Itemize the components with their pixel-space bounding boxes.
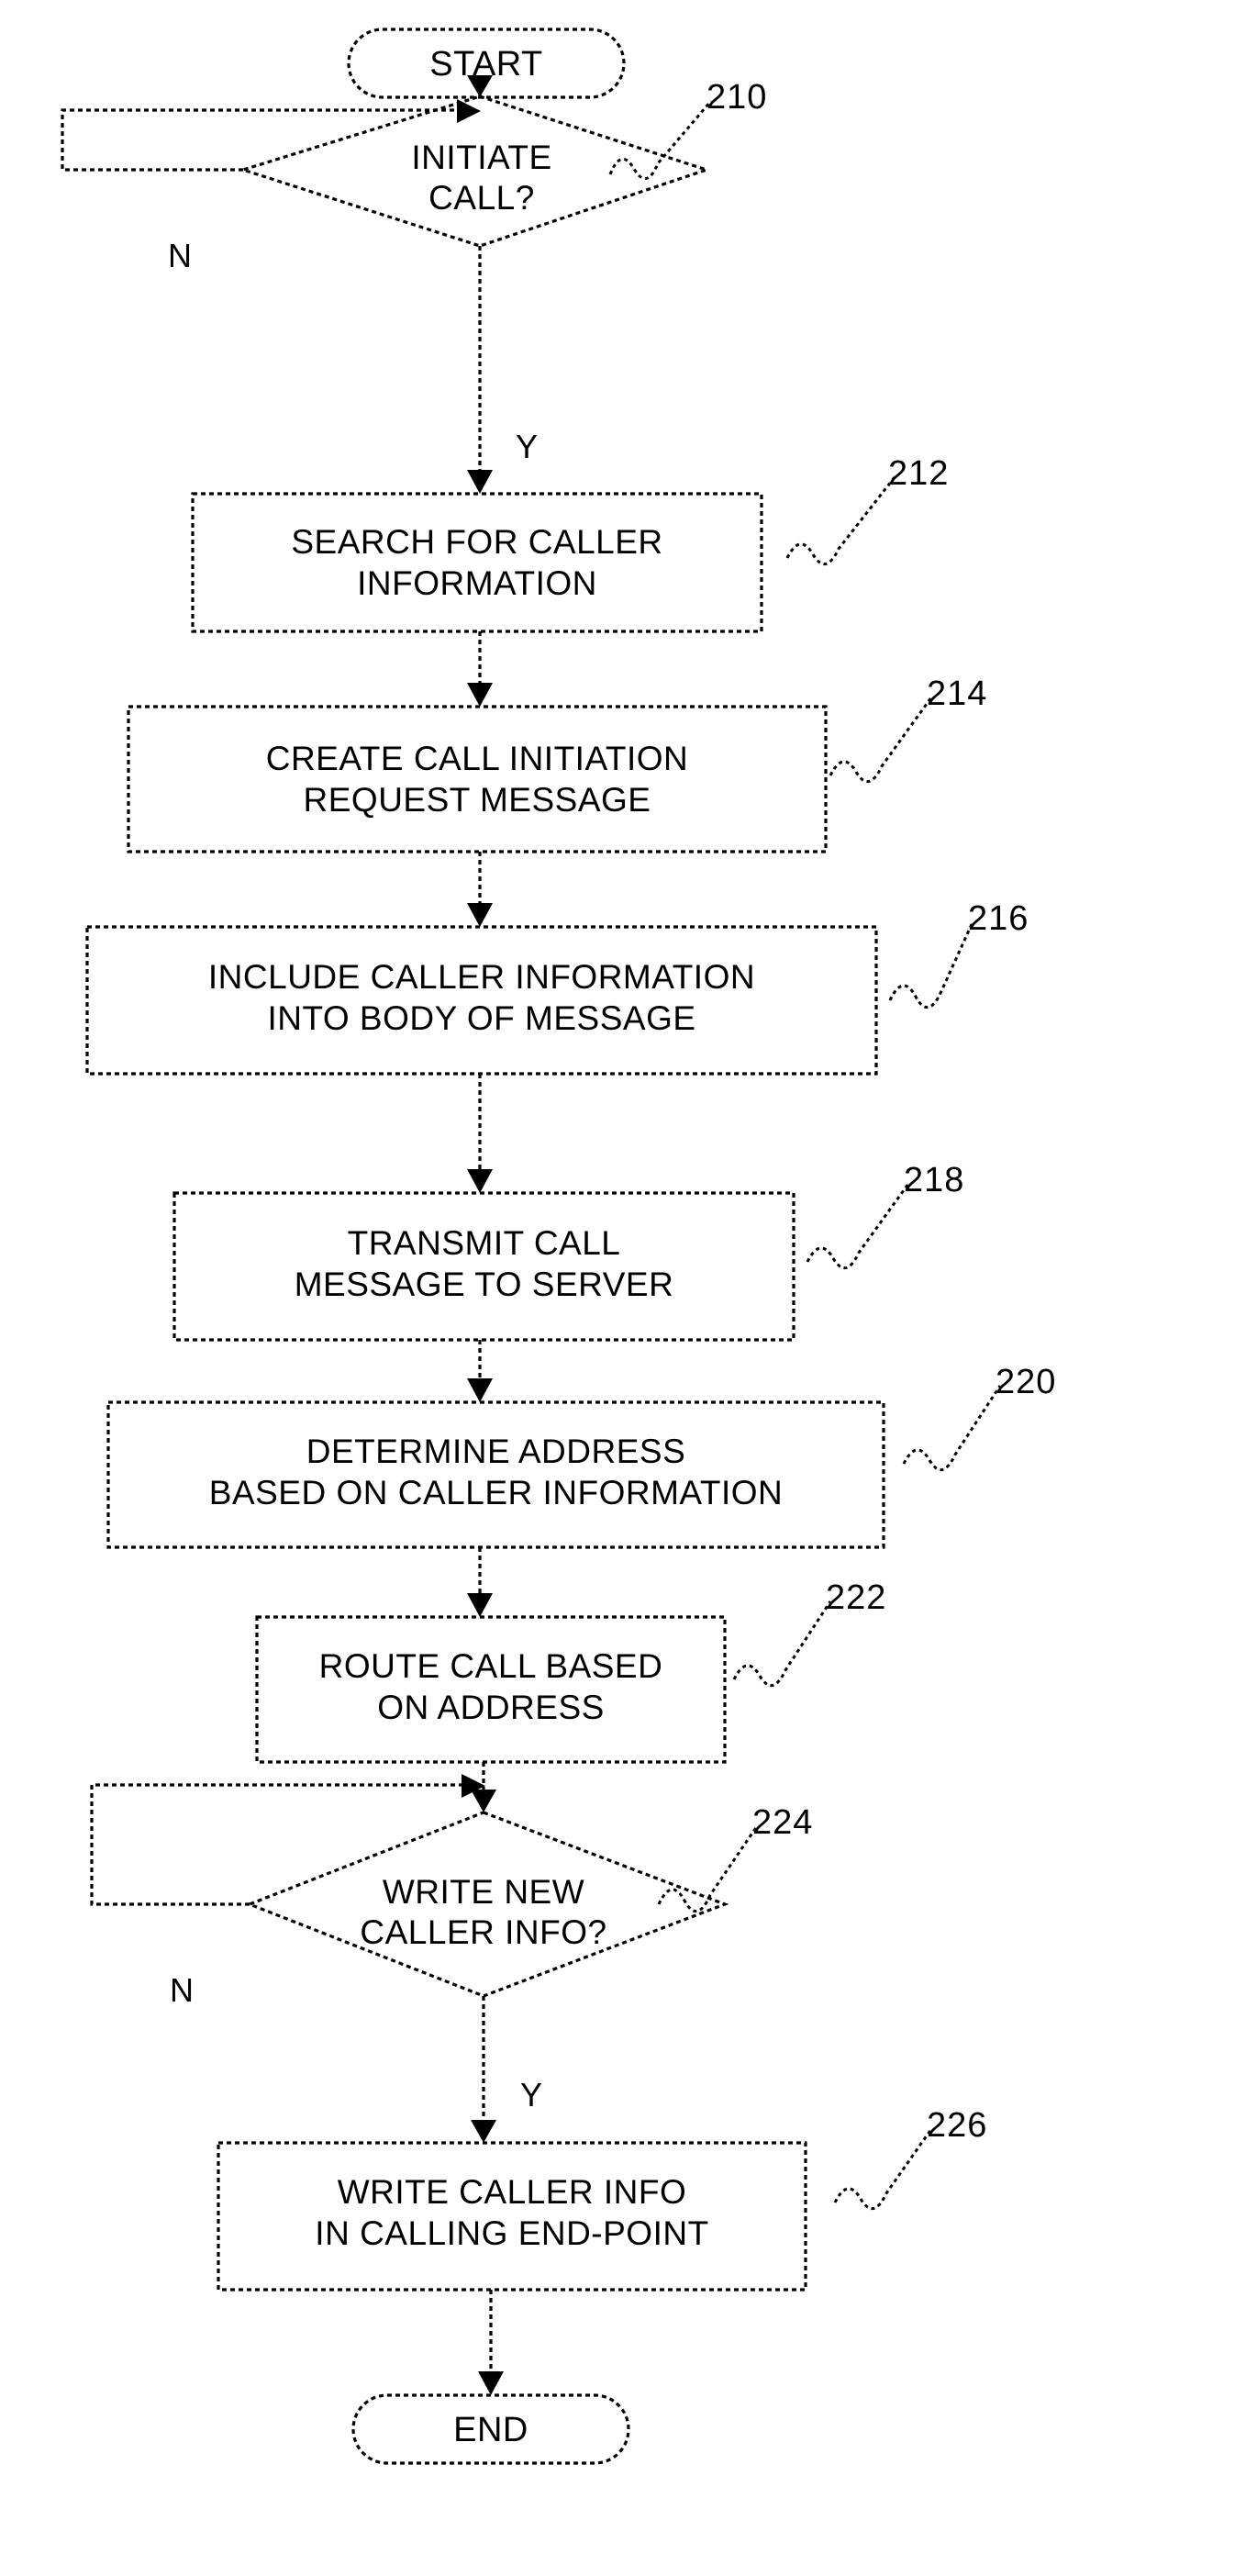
- arrowhead-into-214: [467, 683, 493, 707]
- edge-224-no-loop: [90, 1783, 463, 1906]
- reference-number-212: 212: [888, 454, 950, 493]
- arrowhead-into-210-top: [467, 75, 493, 97]
- arrowhead-into-222: [467, 1593, 493, 1617]
- decision-210-no-label: N: [168, 237, 192, 274]
- process-214-shape: [127, 705, 828, 853]
- reference-number-224: 224: [752, 1803, 814, 1842]
- edge-210-no-loop: [61, 108, 459, 172]
- start-terminator-shape: [347, 28, 626, 99]
- leader-226: [833, 2128, 933, 2210]
- leader-220: [902, 1385, 1002, 1471]
- flowchart-graphics: [61, 28, 1002, 2465]
- reference-number-218: 218: [904, 1161, 965, 1199]
- reference-number-216: 216: [968, 899, 1029, 938]
- process-218-shape: [172, 1191, 795, 1342]
- decision-224-yes-label: Y: [520, 2076, 543, 2113]
- leader-222: [732, 1600, 832, 1687]
- reference-number-222: 222: [826, 1578, 887, 1617]
- leader-212: [785, 476, 896, 565]
- arrowhead-into-224-top: [471, 1790, 496, 1812]
- leader-216: [888, 921, 974, 1009]
- decision-210-yes-label: Y: [516, 428, 539, 465]
- reference-number-214: 214: [927, 675, 988, 713]
- arrowhead-into-226: [471, 2120, 496, 2143]
- arrowhead-into-220: [467, 1378, 493, 1402]
- arrowhead-into-216: [467, 903, 493, 927]
- arrowhead-into-218: [467, 1169, 493, 1193]
- decision-224-no-label: N: [170, 1971, 194, 2009]
- process-226-shape: [217, 2141, 807, 2292]
- reference-leaders: [608, 100, 1002, 2210]
- decision-224-shape: [245, 1811, 729, 1998]
- arrowhead-into-end: [478, 2371, 504, 2395]
- reference-number-210: 210: [706, 78, 768, 117]
- arrowhead-loop-210: [457, 99, 481, 123]
- reference-number-220: 220: [996, 1363, 1057, 1401]
- flowchart-canvas: START INITIATE CALL? N Y SEARCH FOR CALL…: [0, 0, 1257, 2576]
- leader-218: [806, 1183, 910, 1269]
- process-216-shape: [85, 925, 878, 1076]
- reference-number-226: 226: [927, 2106, 988, 2145]
- process-220-shape: [106, 1400, 885, 1549]
- process-212-shape: [191, 492, 763, 633]
- leader-214: [829, 697, 933, 783]
- arrowhead-into-212: [467, 470, 493, 494]
- end-terminator-shape: [351, 2393, 630, 2465]
- process-222-shape: [255, 1615, 727, 1764]
